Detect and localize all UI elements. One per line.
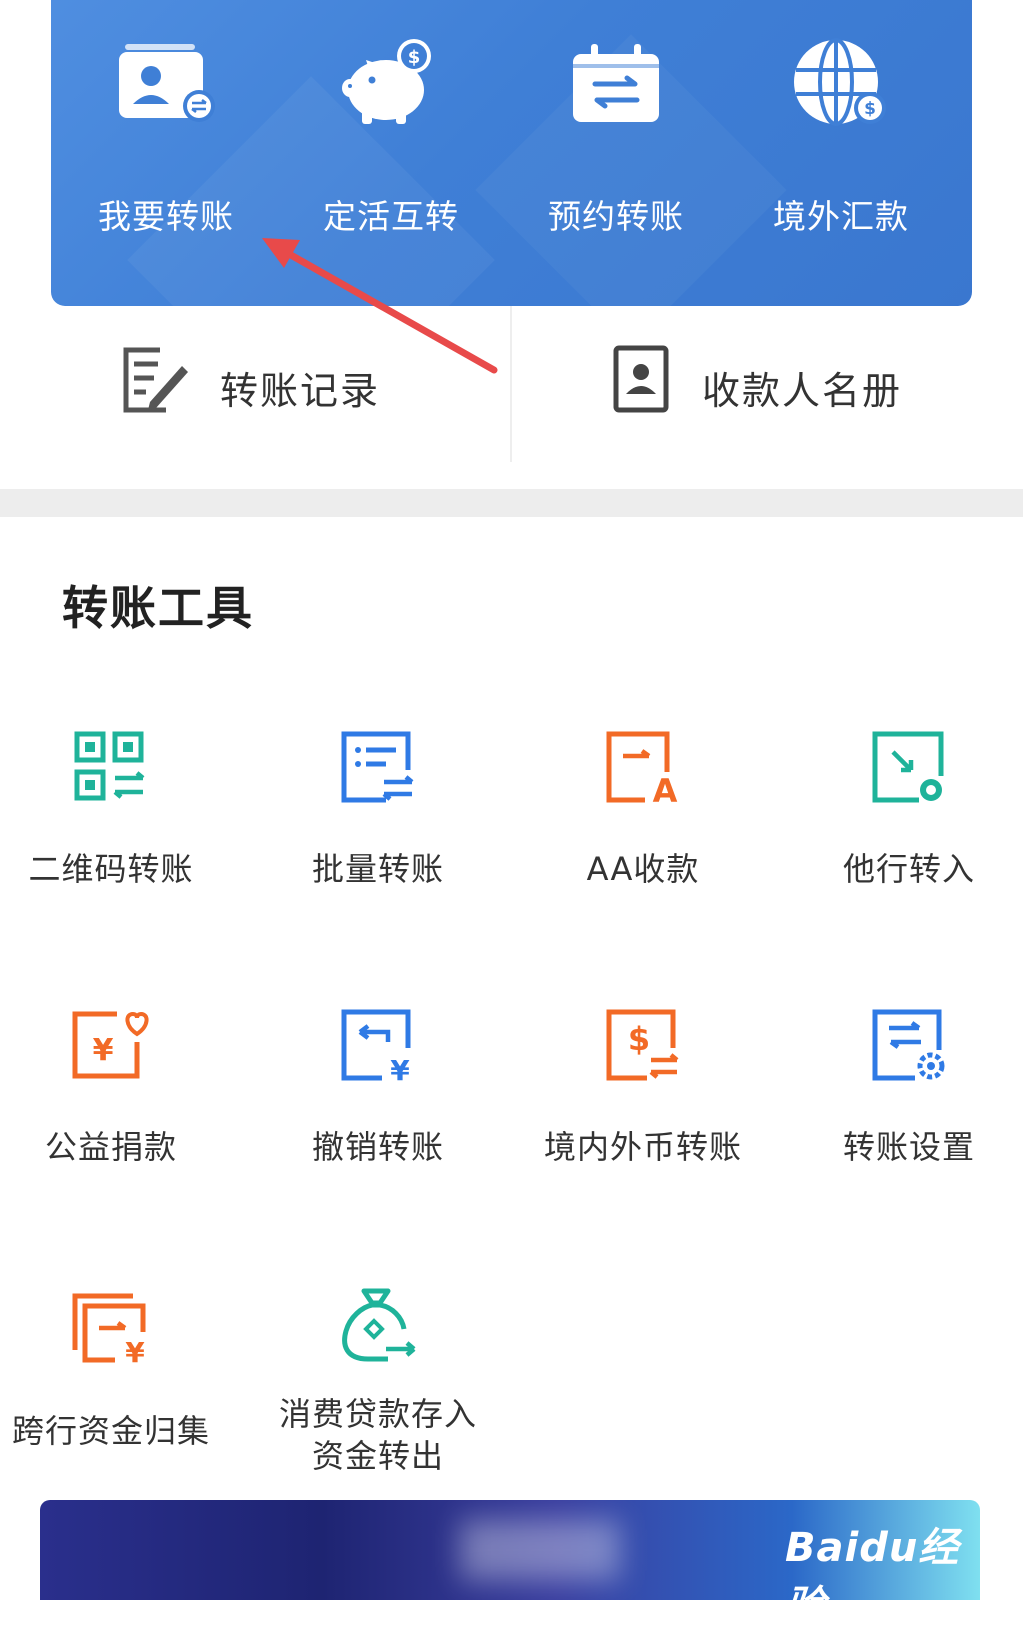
hero-item-transfer[interactable]: 我要转账	[51, 34, 281, 274]
aa-collect-icon: A	[606, 731, 678, 806]
tool-label: 转账设置	[842, 1128, 975, 1166]
batch-list-icon	[341, 731, 414, 803]
money-bag-icon	[342, 1288, 416, 1362]
hero-label: 我要转账	[98, 197, 234, 236]
tool-aa-collect[interactable]: A AA收款	[518, 730, 768, 930]
transfer-records-label: 转账记录	[220, 369, 381, 413]
svg-text:¥: ¥	[93, 1033, 114, 1068]
hero-item-fixed-demand[interactable]: $ 定活互转	[276, 34, 506, 274]
hero-panel: 我要转账 $ 定活互转 预约转账 $ 境外汇款	[51, 0, 972, 306]
tool-qr-transfer[interactable]: 二维码转账	[0, 730, 236, 930]
globe-dollar-icon: $	[794, 38, 886, 126]
piggy-bank-icon: $	[342, 39, 431, 124]
transfer-records-button[interactable]: 转账记录	[0, 306, 511, 460]
watermark: Baidu经验 jingyan.baidu.com	[785, 1515, 985, 1651]
tool-loan-transfer-out[interactable]: 消费贷款存入 资金转出	[253, 1285, 503, 1485]
tool-undo-transfer[interactable]: ¥ 撤销转账	[253, 1008, 503, 1208]
tool-inbound-transfer[interactable]: 他行转入	[784, 730, 1023, 930]
tool-batch-transfer[interactable]: 批量转账	[253, 730, 503, 930]
hero-label: 定活互转	[323, 197, 459, 236]
tool-label: 消费贷款存入 资金转出	[278, 1395, 477, 1475]
svg-text:A: A	[653, 772, 678, 806]
payee-list-button[interactable]: 收款人名册	[512, 306, 1023, 460]
tool-fund-collect[interactable]: ¥ 跨行资金归集	[0, 1292, 236, 1492]
tool-label: 跨行资金归集	[11, 1412, 210, 1450]
hero-label: 境外汇款	[773, 197, 909, 236]
transfer-settings-icon	[872, 1009, 945, 1081]
svg-text:¥: ¥	[390, 1054, 410, 1084]
tool-foreign-currency[interactable]: $ 境内外币转账	[518, 1008, 768, 1208]
qr-code-icon	[74, 731, 145, 801]
tool-label: 二维码转账	[28, 850, 194, 888]
watermark-main: Baidu经验	[785, 1525, 960, 1629]
calendar-transfer-icon	[573, 44, 659, 122]
tool-charity[interactable]: ¥ 公益捐款	[0, 1008, 236, 1208]
undo-transfer-icon: ¥	[341, 1009, 411, 1084]
svg-text:$: $	[864, 99, 876, 119]
contact-transfer-icon	[119, 44, 215, 122]
svg-text:¥: ¥	[125, 1336, 145, 1368]
edit-list-icon	[123, 347, 188, 413]
tool-label: 他行转入	[842, 850, 975, 888]
tool-label: 撤销转账	[311, 1128, 444, 1166]
inbound-transfer-icon	[872, 731, 944, 803]
payee-list-label: 收款人名册	[702, 369, 903, 413]
charity-heart-icon: ¥	[72, 1011, 149, 1079]
foreign-currency-icon: $	[606, 1009, 679, 1081]
contact-book-icon	[613, 345, 669, 413]
tool-transfer-settings[interactable]: 转账设置	[784, 1008, 1023, 1208]
fund-collect-icon: ¥	[72, 1293, 146, 1368]
tool-label: AA收款	[586, 850, 700, 888]
tool-label: 境内外币转账	[543, 1128, 742, 1166]
watermark-sub: jingyan.baidu.com	[785, 1627, 970, 1651]
svg-text:$: $	[408, 47, 421, 68]
hero-item-scheduled[interactable]: 预约转账	[501, 34, 731, 274]
section-gap	[0, 489, 1023, 517]
svg-text:$: $	[628, 1020, 650, 1058]
tool-label: 批量转账	[311, 850, 444, 888]
hero-label: 预约转账	[548, 197, 684, 236]
hero-item-overseas[interactable]: $ 境外汇款	[726, 34, 956, 274]
section-title: 转账工具	[62, 581, 254, 635]
tool-label: 公益捐款	[44, 1128, 177, 1166]
